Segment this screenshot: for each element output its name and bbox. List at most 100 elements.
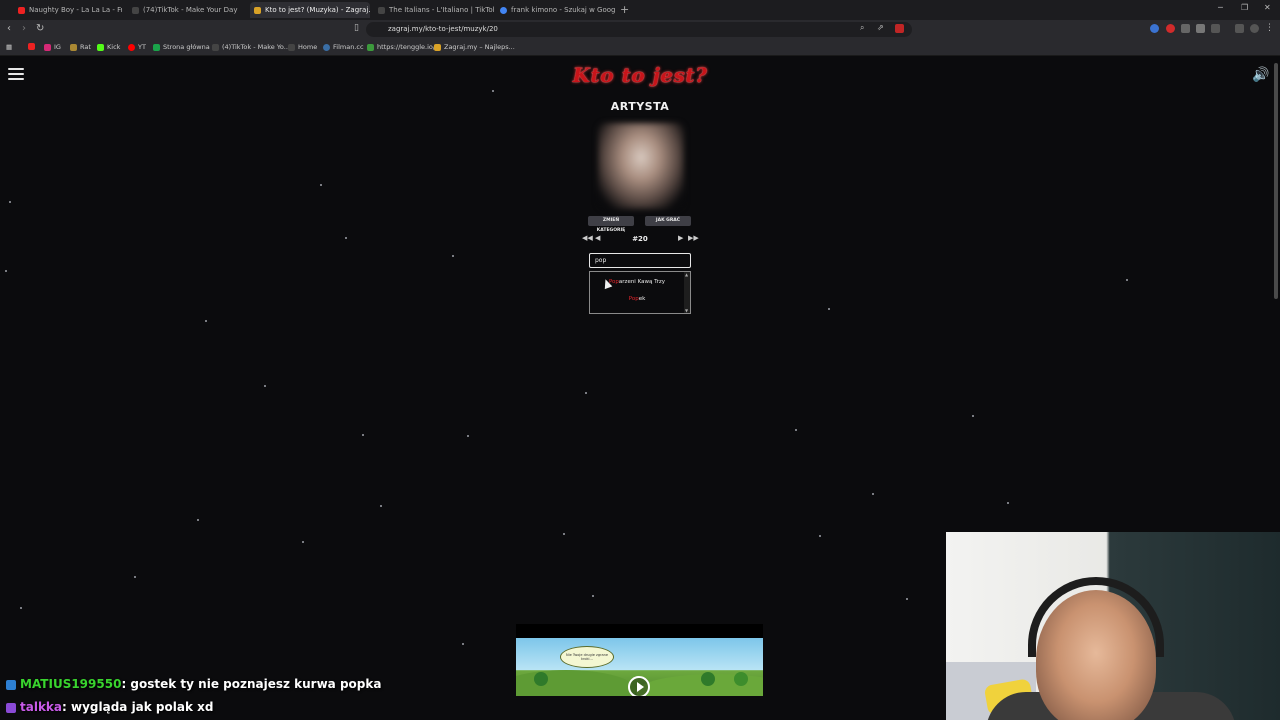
bookmark-favicon-icon [212, 43, 219, 51]
extension-game-icon[interactable] [1181, 24, 1190, 33]
star-dot [1007, 502, 1009, 504]
star-dot [5, 270, 7, 272]
change-category-button[interactable]: ZMIEŃ KATEGORIĘ [588, 216, 634, 233]
site-logo[interactable]: Kto to jest? [560, 63, 720, 87]
bookmark-item[interactable]: https://tenggle.io/ [367, 43, 435, 51]
minimize-icon[interactable]: ─ [1218, 3, 1223, 12]
url-field[interactable]: zagraj.my/kto-to-jest/muzyk/20 [366, 22, 912, 37]
browser-tab-3-active[interactable]: Kto to jest? (Muzyka) - Zagraj.my ✕ [250, 2, 370, 18]
dropdown-scrollbar[interactable]: ▲ ▼ [684, 272, 690, 313]
star-dot [20, 607, 22, 609]
bookmark-item[interactable]: Filman.cc [323, 43, 364, 51]
zoom-search-icon[interactable]: ⌕ [860, 23, 864, 33]
bookmark-icon[interactable]: ▯ [354, 23, 359, 33]
bookmark-label: Strona główna [163, 43, 210, 51]
scroll-up-icon[interactable]: ▲ [685, 272, 688, 277]
round-number: #20 [632, 235, 648, 243]
star-dot [1126, 279, 1128, 281]
bookmark-favicon-icon [70, 43, 77, 51]
bookmark-item[interactable]: Home [288, 43, 317, 51]
ad-video-frame: Nie Twoje drugie zgrane kroki… [516, 638, 763, 696]
bookmark-favicon-icon [28, 43, 35, 50]
bookmark-label: Zagraj.my – Najleps... [444, 43, 515, 51]
vpn-shield-icon[interactable] [1250, 24, 1259, 33]
first-round-icon[interactable]: ◀◀ [582, 234, 593, 242]
star-dot [795, 429, 797, 431]
suggestion-suffix: arzeni Kawą Trzy [618, 279, 666, 285]
bookmark-label: https://tenggle.io/ [377, 43, 436, 51]
extension-shield-icon[interactable] [895, 24, 904, 33]
browser-tab-4[interactable]: The Italians - L'Italiano | TikTok [374, 2, 494, 18]
menu-dots-icon[interactable]: ⋮ [1265, 23, 1274, 33]
play-icon[interactable] [628, 676, 650, 696]
bookmark-item[interactable]: Zagraj.my – Najleps... [434, 43, 515, 51]
speaker-volume-icon[interactable]: 🔊 [1252, 67, 1269, 83]
page-scrollbar[interactable] [1273, 57, 1279, 299]
tab-favicon-icon [378, 6, 385, 14]
ad-tree [534, 672, 548, 686]
browser-tab-2[interactable]: (74)TikTok - Make Your Day [128, 2, 246, 18]
star-dot [819, 535, 821, 537]
bookmark-favicon-icon [367, 43, 374, 51]
category-title: ARTYSTA [610, 100, 670, 113]
hamburger-menu-icon[interactable] [8, 68, 24, 83]
bookmark-favicon-icon [288, 43, 295, 51]
star-dot [467, 435, 469, 437]
music-note-icon[interactable] [1235, 24, 1244, 33]
new-tab-plus-icon[interactable]: + [620, 3, 629, 16]
star-dot [205, 320, 207, 322]
bookmark-item[interactable]: YT [128, 43, 146, 51]
bookmark-label: IG [54, 43, 61, 51]
how-to-play-button[interactable]: JAK GRAĆ [645, 216, 691, 226]
star-dot [563, 533, 565, 535]
star-dot [585, 392, 587, 394]
tab-title: frank kimono - Szukaj w Google [511, 6, 616, 14]
star-dot [872, 493, 874, 495]
apps-grid-icon[interactable]: ▦ [6, 43, 12, 51]
bookmark-item[interactable]: IG [44, 43, 61, 51]
suggestion-highlight: Pop [628, 296, 639, 302]
forward-arrow-icon[interactable]: › [22, 23, 26, 34]
bookmark-favicon-icon [153, 43, 160, 51]
extensions-puzzle-icon[interactable] [1196, 24, 1205, 33]
bookmark-label: Kick [107, 43, 121, 51]
extension-audio-icon[interactable] [1150, 24, 1159, 33]
star-dot [972, 415, 974, 417]
bookmark-favicon-icon [97, 43, 104, 51]
suggestion-item[interactable]: Popek [594, 296, 680, 302]
next-round-icon[interactable]: ▶ [678, 234, 683, 242]
extension-record-icon[interactable] [1166, 24, 1175, 33]
bookmark-favicon-icon [434, 43, 441, 51]
scroll-down-icon[interactable]: ▼ [685, 308, 688, 313]
back-arrow-icon[interactable]: ‹ [7, 23, 11, 34]
chat-badge-icon [6, 702, 16, 713]
bookmark-item[interactable]: Strona główna [153, 43, 210, 51]
bookmarks-bar: ▦ IG Rat Kick YT Strona główna (4)TikTok… [0, 39, 1280, 56]
last-round-icon[interactable]: ▶▶ [688, 234, 699, 242]
tab-title: (74)TikTok - Make Your Day [143, 6, 238, 14]
bookmark-item[interactable]: (4)TikTok - Make Yo... [212, 43, 290, 51]
video-ad[interactable]: Nie Twoje drugie zgrane kroki… [516, 624, 763, 696]
bookmark-item[interactable] [28, 43, 38, 50]
previous-round-icon[interactable]: ◀ [595, 234, 600, 242]
artist-guess-input[interactable] [589, 253, 691, 268]
browser-tab-5[interactable]: frank kimono - Szukaj w Google [496, 2, 616, 18]
ad-speech-bubble: Nie Twoje drugie zgrane kroki… [560, 646, 614, 668]
bookmark-item[interactable]: Rat [70, 43, 91, 51]
close-window-icon[interactable]: ✕ [1264, 3, 1271, 12]
address-toolbar: ‹ › ↻ ▯ zagraj.my/kto-to-jest/muzyk/20 ⌕… [0, 20, 1280, 39]
reload-icon[interactable]: ↻ [36, 23, 44, 34]
ad-tree [734, 672, 748, 686]
page-scrollbar-thumb[interactable] [1274, 63, 1278, 299]
blurred-artist-photo [598, 123, 684, 209]
suggestion-suffix: ek [638, 296, 646, 302]
share-icon[interactable]: ⇗ [877, 23, 884, 32]
bookmark-item[interactable]: Kick [97, 43, 120, 51]
restore-icon[interactable]: ❐ [1241, 3, 1248, 12]
browser-tab-1[interactable]: Naughty Boy - La La La - Frenchi [14, 2, 122, 18]
chat-badge-icon [6, 679, 16, 690]
star-dot [452, 255, 454, 257]
sidebar-toggle-icon[interactable] [1211, 24, 1220, 33]
star-dot [592, 595, 594, 597]
suggestion-dropdown: Pop arzeni Kawą Trzy Popek ▲ ▼ [589, 271, 691, 314]
